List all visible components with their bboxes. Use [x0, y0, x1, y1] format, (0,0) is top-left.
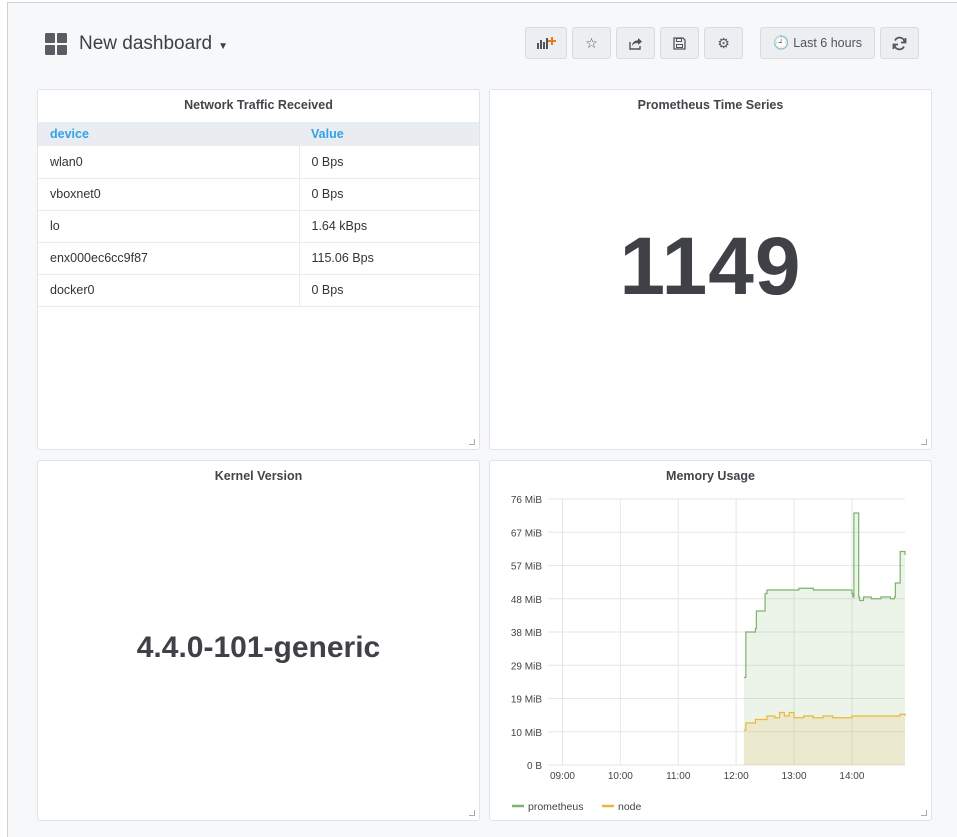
series-area-node: [743, 712, 905, 765]
column-header-value[interactable]: Value: [299, 122, 479, 146]
dashboard-toolbar: ☆ ⚙ 🕘 Last 6 hours: [520, 27, 919, 59]
table-cell: enx000ec6cc9f87: [38, 242, 300, 275]
y-tick-label: 0 B: [527, 761, 542, 772]
panel-title[interactable]: Kernel Version: [38, 469, 479, 483]
x-tick-label: 14:00: [839, 771, 864, 782]
y-tick-label: 67 MiB: [511, 528, 542, 539]
add-panel-icon: [537, 37, 557, 49]
table-cell: 0 Bps: [299, 274, 479, 307]
singlestat-value: 1149: [619, 221, 802, 312]
resize-handle[interactable]: [921, 439, 927, 445]
x-tick-label: 10:00: [608, 771, 633, 782]
table-cell: wlan0: [38, 146, 300, 179]
memory-usage-chart[interactable]: 0 B 10 MiB 19 MiB 29 MiB 38 MiB 48 MiB 57 MiB 6…: [490, 489, 931, 819]
y-tick-label: 57 MiB: [511, 562, 542, 573]
star-dashboard-button[interactable]: ☆: [572, 27, 612, 59]
add-panel-button[interactable]: [525, 27, 568, 59]
table-row: vboxnet0 0 Bps: [38, 178, 479, 211]
legend-label-prometheus: prometheus: [528, 801, 583, 813]
panel-title[interactable]: Prometheus Time Series: [490, 98, 931, 112]
legend-label-node: node: [618, 801, 642, 813]
table-cell: vboxnet0: [38, 178, 300, 211]
dashboard-title-dropdown[interactable]: New dashboard ▼: [45, 30, 228, 58]
refresh-icon: [892, 36, 907, 50]
table-header-row: device Value: [38, 122, 479, 146]
dashboard-navbar: New dashboard ▼ ☆ ⚙ 🕘 Last 6 hours: [8, 3, 957, 81]
y-tick-label: 38 MiB: [511, 628, 542, 639]
column-header-device[interactable]: device: [38, 122, 299, 146]
share-dashboard-button[interactable]: [616, 27, 656, 59]
time-range-picker[interactable]: 🕘 Last 6 hours: [760, 27, 875, 59]
network-traffic-table: device Value wlan0 0 Bps vboxnet0 0 Bps lo…: [38, 122, 479, 307]
table-row: wlan0 0 Bps: [38, 146, 479, 179]
resize-handle[interactable]: [921, 810, 927, 816]
caret-down-icon: ▼: [218, 41, 228, 52]
resize-handle[interactable]: [469, 439, 475, 445]
refresh-button[interactable]: [880, 27, 919, 59]
y-tick-label: 10 MiB: [511, 728, 542, 739]
x-tick-label: 12:00: [724, 771, 749, 782]
dashboard-frame: New dashboard ▼ ☆ ⚙ 🕘 Last 6 hours Netwo…: [7, 2, 957, 837]
dashboard-title: New dashboard: [79, 33, 213, 54]
x-tick-label: 09:00: [550, 771, 575, 782]
y-tick-label: 76 MiB: [511, 495, 542, 506]
share-icon: [628, 37, 642, 50]
table-row: enx000ec6cc9f87 115.06 Bps: [38, 242, 479, 275]
table-cell: 0 Bps: [299, 146, 479, 179]
panel-title[interactable]: Network Traffic Received: [38, 98, 479, 112]
save-icon: [673, 36, 686, 50]
dashboard-grid-icon: [45, 33, 67, 55]
kernel-version-panel[interactable]: Kernel Version 4.4.0-101-generic: [37, 460, 480, 821]
table-cell: 1.64 kBps: [299, 210, 479, 243]
singlestat-value: 4.4.0-101-generic: [136, 631, 381, 664]
y-tick-label: 48 MiB: [511, 595, 542, 606]
table-cell: docker0: [38, 274, 300, 307]
clock-icon: 🕘: [773, 35, 790, 50]
x-tick-label: 11:00: [666, 771, 691, 782]
network-traffic-panel[interactable]: Network Traffic Received device Value wl…: [37, 89, 480, 450]
gear-icon: ⚙: [717, 34, 730, 51]
save-dashboard-button[interactable]: [660, 27, 700, 59]
table-cell: lo: [38, 210, 300, 243]
table-row: lo 1.64 kBps: [38, 210, 479, 243]
time-range-label: Last 6 hours: [793, 36, 862, 50]
x-tick-label: 13:00: [782, 771, 807, 782]
table-cell: 0 Bps: [299, 178, 479, 211]
table-row: docker0 0 Bps: [38, 274, 479, 307]
star-icon: ☆: [585, 34, 598, 51]
y-tick-label: 29 MiB: [511, 661, 542, 672]
panel-title[interactable]: Memory Usage: [490, 469, 931, 483]
memory-usage-panel[interactable]: Memory Usage 0 B 10 MiB 19 MiB 29 MiB 38 MiB…: [489, 460, 932, 821]
prometheus-time-series-panel[interactable]: Prometheus Time Series 1149: [489, 89, 932, 450]
resize-handle[interactable]: [469, 810, 475, 816]
settings-button[interactable]: ⚙: [704, 27, 744, 59]
y-tick-label: 19 MiB: [511, 695, 542, 706]
table-cell: 115.06 Bps: [299, 242, 479, 275]
